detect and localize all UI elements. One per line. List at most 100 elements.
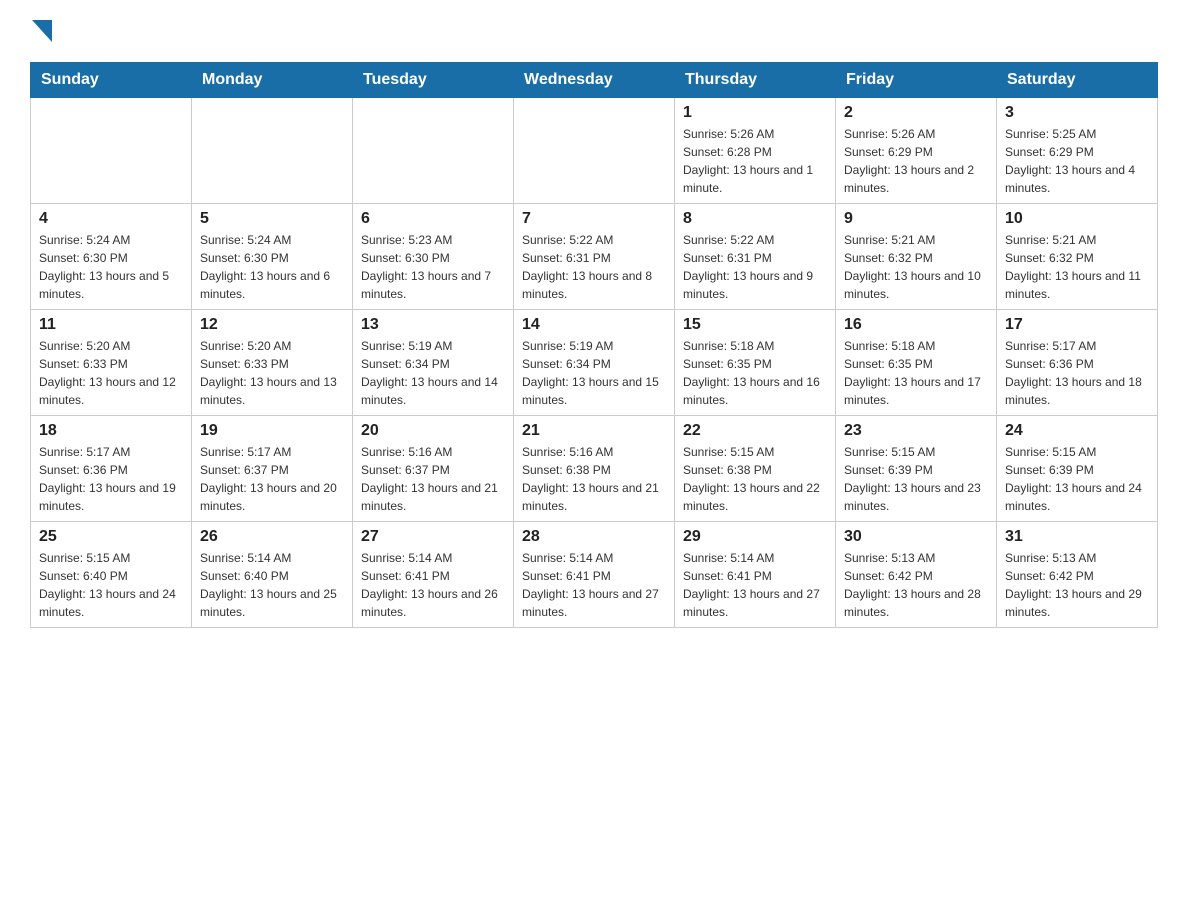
day-info-line: Sunset: 6:35 PM bbox=[844, 357, 933, 371]
day-info: Sunrise: 5:26 AMSunset: 6:29 PMDaylight:… bbox=[844, 125, 988, 197]
day-number: 19 bbox=[200, 422, 344, 440]
day-info-line: Sunset: 6:29 PM bbox=[844, 145, 933, 159]
day-info-line: Sunset: 6:41 PM bbox=[683, 569, 772, 583]
calendar-cell-w3-d2: 13 Sunrise: 5:19 AMSunset: 6:34 PMDaylig… bbox=[353, 310, 514, 416]
day-info-line: Sunrise: 5:19 AM bbox=[522, 339, 613, 353]
day-number: 28 bbox=[522, 528, 666, 546]
day-info-line: Daylight: 13 hours and 1 minute. bbox=[683, 163, 813, 195]
day-number: 13 bbox=[361, 316, 505, 334]
day-info-line: Sunrise: 5:24 AM bbox=[200, 233, 291, 247]
day-info-line: Daylight: 13 hours and 28 minutes. bbox=[844, 587, 981, 619]
week-row-2: 4 Sunrise: 5:24 AMSunset: 6:30 PMDayligh… bbox=[31, 204, 1158, 310]
day-info-line: Sunset: 6:34 PM bbox=[522, 357, 611, 371]
day-info-line: Sunset: 6:38 PM bbox=[522, 463, 611, 477]
day-info-line: Sunrise: 5:14 AM bbox=[200, 551, 291, 565]
day-info: Sunrise: 5:22 AMSunset: 6:31 PMDaylight:… bbox=[522, 231, 666, 303]
calendar-cell-w2-d0: 4 Sunrise: 5:24 AMSunset: 6:30 PMDayligh… bbox=[31, 204, 192, 310]
day-info-line: Sunset: 6:39 PM bbox=[844, 463, 933, 477]
calendar-cell-w1-d2 bbox=[353, 98, 514, 204]
day-info-line: Sunrise: 5:13 AM bbox=[1005, 551, 1096, 565]
day-info: Sunrise: 5:13 AMSunset: 6:42 PMDaylight:… bbox=[1005, 549, 1149, 621]
col-header-monday: Monday bbox=[192, 63, 353, 98]
day-info-line: Sunset: 6:30 PM bbox=[200, 251, 289, 265]
day-info-line: Sunrise: 5:17 AM bbox=[200, 445, 291, 459]
day-info-line: Daylight: 13 hours and 23 minutes. bbox=[844, 481, 981, 513]
day-number: 10 bbox=[1005, 210, 1149, 228]
day-info-line: Daylight: 13 hours and 29 minutes. bbox=[1005, 587, 1142, 619]
calendar-cell-w2-d1: 5 Sunrise: 5:24 AM Sunset: 6:30 PM Dayligh… bbox=[192, 204, 353, 310]
day-info: Sunrise: 5:15 AMSunset: 6:40 PMDaylight:… bbox=[39, 549, 183, 621]
day-info: Sunrise: 5:17 AMSunset: 6:37 PMDaylight:… bbox=[200, 443, 344, 515]
day-info-line: Sunrise: 5:14 AM bbox=[361, 551, 452, 565]
col-header-saturday: Saturday bbox=[997, 63, 1158, 98]
day-info-line: Sunset: 6:42 PM bbox=[844, 569, 933, 583]
day-number: 20 bbox=[361, 422, 505, 440]
day-info: Sunrise: 5:20 AMSunset: 6:33 PMDaylight:… bbox=[200, 337, 344, 409]
day-info: Sunrise: 5:23 AMSunset: 6:30 PMDaylight:… bbox=[361, 231, 505, 303]
calendar-cell-w5-d6: 31 Sunrise: 5:13 AMSunset: 6:42 PMDaylig… bbox=[997, 522, 1158, 628]
day-info: Sunrise: 5:14 AMSunset: 6:40 PMDaylight:… bbox=[200, 549, 344, 621]
day-info-line: Sunrise: 5:17 AM bbox=[1005, 339, 1096, 353]
calendar-cell-w1-d4: 1 Sunrise: 5:26 AMSunset: 6:28 PMDayligh… bbox=[675, 98, 836, 204]
day-number: 31 bbox=[1005, 528, 1149, 546]
day-info-line: Daylight: 13 hours and 12 minutes. bbox=[39, 375, 176, 407]
calendar-table: Sunday Monday Tuesday Wednesday Thursday… bbox=[30, 62, 1158, 628]
day-info: Sunrise: 5:24 AMSunset: 6:30 PMDaylight:… bbox=[39, 231, 183, 303]
day-number: 4 bbox=[39, 210, 183, 228]
col-header-wednesday: Wednesday bbox=[514, 63, 675, 98]
day-info-line: Sunrise: 5:14 AM bbox=[683, 551, 774, 565]
day-info-line: Daylight: 13 hours and 13 minutes. bbox=[200, 375, 337, 407]
calendar-cell-w1-d6: 3 Sunrise: 5:25 AMSunset: 6:29 PMDayligh… bbox=[997, 98, 1158, 204]
week-row-3: 11 Sunrise: 5:20 AMSunset: 6:33 PMDaylig… bbox=[31, 310, 1158, 416]
day-info-line: Daylight: 13 hours and 6 minutes. bbox=[200, 269, 330, 301]
day-number: 5 bbox=[200, 210, 344, 228]
day-info-line: Sunrise: 5:22 AM bbox=[683, 233, 774, 247]
day-info-line: Daylight: 13 hours and 20 minutes. bbox=[200, 481, 337, 513]
day-info: Sunrise: 5:14 AMSunset: 6:41 PMDaylight:… bbox=[683, 549, 827, 621]
day-info: Sunrise: 5:21 AMSunset: 6:32 PMDaylight:… bbox=[1005, 231, 1149, 303]
day-info-line: Sunrise: 5:15 AM bbox=[1005, 445, 1096, 459]
day-info-line: Sunrise: 5:14 AM bbox=[522, 551, 613, 565]
calendar-cell-w4-d6: 24 Sunrise: 5:15 AMSunset: 6:39 PMDaylig… bbox=[997, 416, 1158, 522]
calendar-header-row: Sunday Monday Tuesday Wednesday Thursday… bbox=[31, 63, 1158, 98]
day-info-line: Sunset: 6:32 PM bbox=[844, 251, 933, 265]
calendar-cell-w5-d1: 26 Sunrise: 5:14 AMSunset: 6:40 PMDaylig… bbox=[192, 522, 353, 628]
day-info: Sunrise: 5:14 AMSunset: 6:41 PMDaylight:… bbox=[361, 549, 505, 621]
calendar-cell-w4-d5: 23 Sunrise: 5:15 AMSunset: 6:39 PMDaylig… bbox=[836, 416, 997, 522]
day-info-line: Sunrise: 5:13 AM bbox=[844, 551, 935, 565]
day-number: 8 bbox=[683, 210, 827, 228]
day-info-line: Sunrise: 5:15 AM bbox=[39, 551, 130, 565]
day-info: Sunrise: 5:14 AMSunset: 6:41 PMDaylight:… bbox=[522, 549, 666, 621]
day-info-line: Sunset: 6:41 PM bbox=[522, 569, 611, 583]
day-info-line: Daylight: 13 hours and 15 minutes. bbox=[522, 375, 659, 407]
col-header-friday: Friday bbox=[836, 63, 997, 98]
day-number: 7 bbox=[522, 210, 666, 228]
day-info-line: Sunrise: 5:26 AM bbox=[683, 127, 774, 141]
day-info-line: Sunset: 6:34 PM bbox=[361, 357, 450, 371]
day-number: 27 bbox=[361, 528, 505, 546]
day-info-line: Daylight: 13 hours and 14 minutes. bbox=[361, 375, 498, 407]
calendar-cell-w5-d3: 28 Sunrise: 5:14 AMSunset: 6:41 PMDaylig… bbox=[514, 522, 675, 628]
week-row-5: 25 Sunrise: 5:15 AMSunset: 6:40 PMDaylig… bbox=[31, 522, 1158, 628]
day-info-line: Sunrise: 5:16 AM bbox=[522, 445, 613, 459]
day-info-line: Sunset: 6:39 PM bbox=[1005, 463, 1094, 477]
day-info-line: Daylight: 13 hours and 2 minutes. bbox=[844, 163, 974, 195]
day-info-line: Sunset: 6:33 PM bbox=[39, 357, 128, 371]
calendar-cell-w4-d1: 19 Sunrise: 5:17 AMSunset: 6:37 PMDaylig… bbox=[192, 416, 353, 522]
week-row-1: 1 Sunrise: 5:26 AMSunset: 6:28 PMDayligh… bbox=[31, 98, 1158, 204]
day-info-line: Sunrise: 5:20 AM bbox=[39, 339, 130, 353]
day-info: Sunrise: 5:18 AMSunset: 6:35 PMDaylight:… bbox=[683, 337, 827, 409]
day-info-line: Sunset: 6:35 PM bbox=[683, 357, 772, 371]
day-number: 24 bbox=[1005, 422, 1149, 440]
logo bbox=[30, 20, 52, 42]
day-info-line: Sunset: 6:40 PM bbox=[200, 569, 289, 583]
day-number: 14 bbox=[522, 316, 666, 334]
day-info: Sunrise: 5:18 AMSunset: 6:35 PMDaylight:… bbox=[844, 337, 988, 409]
day-info-line: Daylight: 13 hours and 10 minutes. bbox=[844, 269, 981, 301]
day-info-line: Sunrise: 5:21 AM bbox=[1005, 233, 1096, 247]
calendar-cell-w5-d4: 29 Sunrise: 5:14 AMSunset: 6:41 PMDaylig… bbox=[675, 522, 836, 628]
day-info-line: Sunset: 6:30 PM bbox=[39, 251, 128, 265]
calendar-cell-w3-d3: 14 Sunrise: 5:19 AM Sunset: 6:34 PM Daylig… bbox=[514, 310, 675, 416]
day-info-line: Sunset: 6:30 PM bbox=[361, 251, 450, 265]
calendar-cell-w2-d5: 9 Sunrise: 5:21 AMSunset: 6:32 PMDayligh… bbox=[836, 204, 997, 310]
